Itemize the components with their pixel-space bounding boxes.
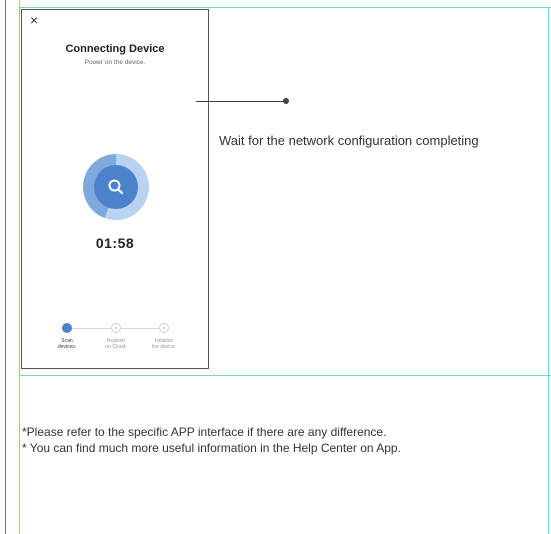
step-label-register: Register on Cloud. [96,338,136,350]
callout-text: Wait for the network configuration compl… [219,133,479,148]
step-connector [72,328,111,329]
step-label-line: on Cloud. [105,344,127,350]
step-label-line: the device. [151,344,177,350]
close-icon[interactable]: × [30,12,38,28]
note-line-1: *Please refer to the specific APP interf… [22,425,387,439]
frame-line-divider [19,375,551,376]
step-dot-register [111,323,121,333]
callout-dot [283,98,289,104]
step-dot-scan [62,323,72,333]
frame-line-right [548,7,549,534]
step-label-initialize: Initialize the device. [144,338,184,350]
page-title: Connecting Device [65,43,165,55]
margin-rule [5,0,6,534]
search-button-circle [94,165,138,209]
callout-line [196,101,286,102]
page-subtitle: Power on the device. [84,59,146,66]
progress-steps: Scan devices. Register on Cloud. Initial… [22,322,208,362]
step-label-line: devices. [57,344,77,350]
note-line-2: * You can find much more useful informat… [22,441,401,455]
phone-screen: × Connecting Device Power on the device.… [21,9,209,369]
step-dot-initialize [159,323,169,333]
step-connector [121,328,159,329]
frame-line-left [19,0,20,534]
progress-ring [83,154,149,220]
countdown-timer: 01:58 [95,235,135,251]
frame-line-top [19,7,551,8]
search-icon [108,179,124,195]
step-label-scan: Scan devices. [47,338,87,350]
